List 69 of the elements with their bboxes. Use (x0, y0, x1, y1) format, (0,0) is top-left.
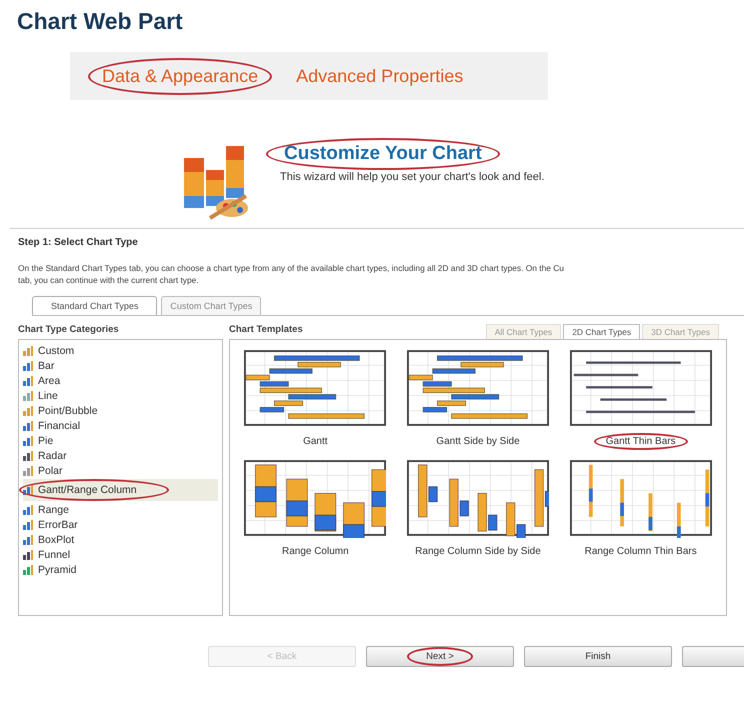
category-item[interactable]: Point/Bubble (23, 403, 218, 418)
category-label: Financial (38, 420, 80, 432)
category-item[interactable]: Range (23, 502, 218, 517)
chart-type-icon (23, 550, 33, 560)
template-label: Gantt Side by Side (435, 435, 521, 449)
chart-type-icon (23, 504, 33, 514)
category-item[interactable]: Line (23, 388, 218, 403)
category-item[interactable]: Funnel (23, 547, 218, 562)
chart-type-icon (23, 376, 33, 386)
category-item[interactable]: Custom (23, 343, 218, 358)
step-title: Step 1: Select Chart Type (18, 237, 139, 248)
category-label: Range (38, 504, 69, 516)
template-label: Range Column Side by Side (414, 545, 542, 559)
template-label: Gantt Thin Bars (594, 433, 688, 450)
category-label: Line (38, 390, 58, 402)
chart-thumbnail[interactable] (570, 458, 712, 538)
chart-type-icon (23, 534, 33, 544)
chart-type-icon (23, 450, 33, 460)
category-label: BoxPlot (38, 534, 74, 546)
category-item[interactable]: BoxPlot (23, 532, 218, 547)
category-label: Funnel (38, 548, 70, 560)
annotation-ellipse (407, 647, 473, 666)
category-label: Custom (38, 344, 74, 356)
category-label: Pie (38, 434, 54, 446)
chart-type-icon (23, 520, 33, 530)
chart-thumbnail[interactable] (406, 458, 549, 538)
chart-type-icon (23, 420, 33, 430)
chart-thumbnail[interactable] (570, 348, 712, 428)
category-label: Gantt/Range Column (38, 484, 137, 496)
banner-title: Customize Your Chart (266, 138, 500, 170)
category-label: Area (38, 374, 60, 386)
template-label: Range Column Thin Bars (584, 545, 698, 559)
page-title: Chart Web Part (16, 7, 184, 36)
category-item[interactable]: ErrorBar (23, 517, 218, 532)
section-title: Chart Templates (229, 324, 303, 337)
category-label: Pyramid (38, 564, 77, 576)
chart-type-icon (23, 485, 33, 495)
tab[interactable]: Standard Chart Types (32, 296, 158, 315)
category-item[interactable]: Radar (23, 448, 218, 463)
template-label: Gantt (302, 435, 329, 449)
step-description: tab, you can continue with the current chart type. (18, 274, 200, 286)
category-label: Point/Bubble (38, 404, 98, 416)
chart-thumbnail[interactable] (244, 458, 386, 538)
tab[interactable]: 2D Chart Types (563, 324, 640, 339)
category-item[interactable]: Pie (23, 433, 218, 448)
category-label: Polar (38, 464, 63, 476)
category-label: ErrorBar (38, 518, 78, 530)
chart-type-icon (23, 564, 33, 574)
chart-type-icon (23, 406, 33, 416)
chart-thumbnail[interactable] (406, 348, 549, 428)
category-item[interactable]: Bar (23, 358, 218, 373)
wizard-button[interactable]: Finish (524, 646, 672, 667)
chart-type-icon (23, 436, 33, 446)
category-item[interactable]: Pyramid (23, 562, 218, 577)
chart-type-icon (23, 360, 33, 370)
chart-type-icon (23, 390, 33, 400)
category-label: Bar (38, 360, 54, 372)
chart-type-icon (23, 346, 33, 356)
category-item[interactable]: Financial (23, 418, 218, 433)
category-item[interactable]: Area (23, 373, 218, 388)
banner-subtitle: This wizard will help you set your chart's look and feel. (279, 171, 544, 183)
wizard-button[interactable]: Next > (366, 646, 514, 667)
section-title: Chart Type Categories (18, 324, 120, 337)
category-item[interactable]: Polar (23, 463, 218, 478)
chart-type-icon (23, 466, 33, 476)
category-label: Radar (38, 450, 67, 462)
template-label: Range Column (280, 545, 350, 559)
chart-thumbnail[interactable] (244, 348, 386, 428)
step-description: On the Standard Chart Types tab, you can choose a chart type from any of the available chart types, including all 2D and 3D chart types. On the Cu (18, 262, 565, 274)
